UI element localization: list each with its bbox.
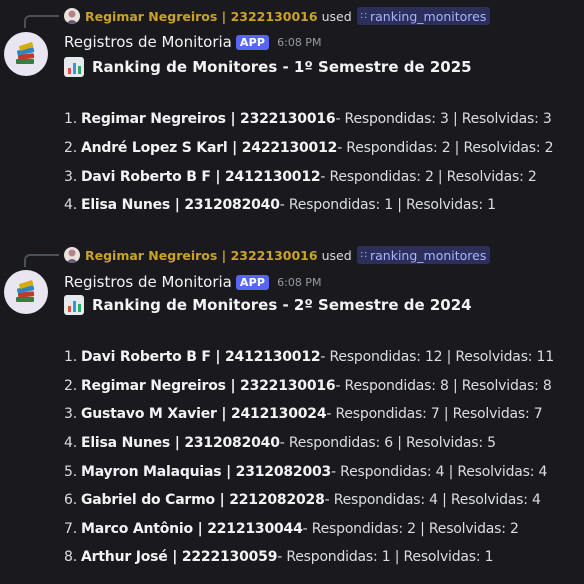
command-name: ranking_monitores [370, 247, 487, 263]
books-icon [16, 42, 35, 64]
monitor-stats: - Respondidas: 2 | Resolvidas: 2 [320, 169, 537, 185]
monitor-name: Mayron Malaquias | 2312082003 [80, 464, 332, 480]
monitor-stats: - Respondidas: 1 | Resolvidas: 1 [279, 197, 496, 213]
ranking-title: Ranking de Monitores - 1º Semestre de 20… [64, 56, 472, 78]
reply-user-avatar[interactable] [64, 8, 80, 24]
monitor-name: Davi Roberto B F | 2412130012 [80, 169, 321, 185]
ranking-row: 2. André Lopez S Karl | 2422130012 - Res… [64, 138, 554, 158]
bar-chart-emoji-icon [64, 295, 84, 315]
timestamp[interactable]: 6:08 PM [277, 276, 321, 289]
ranking-row: 4. Elisa Nunes | 2312082040 - Respondida… [64, 195, 496, 215]
rank-number: 8. [64, 549, 77, 565]
monitor-stats: - Respondidas: 4 | Resolvidas: 4 [324, 492, 541, 508]
rank-number: 1. [64, 349, 77, 365]
monitor-name: André Lopez S Karl | 2422130012 [80, 140, 338, 156]
bot-name[interactable]: Registros de Monitoria [64, 33, 232, 51]
monitor-stats: - Respondidas: 2 | Resolvidas: 2 [337, 140, 554, 156]
ranking-row: 7. Marco Antônio | 2212130044 - Respondi… [64, 519, 519, 539]
slash-command-icon: ∷ [360, 10, 367, 22]
monitor-name: Elisa Nunes | 2312082040 [80, 197, 280, 213]
ranking-row: 6. Gabriel do Carmo | 2212082028 - Respo… [64, 490, 541, 510]
bot-name[interactable]: Registros de Monitoria [64, 273, 232, 291]
monitor-stats: - Respondidas: 7 | Resolvidas: 7 [326, 406, 543, 422]
ranking-row: 1. Davi Roberto B F | 2412130012 - Respo… [64, 347, 554, 367]
monitor-name: Elisa Nunes | 2312082040 [80, 435, 280, 451]
ranking-row: 1. Regimar Negreiros | 2322130016 - Resp… [64, 109, 552, 129]
rank-number: 7. [64, 521, 77, 537]
reply-context[interactable]: Regimar Negreiros | 2322130016 used ∷ ra… [64, 246, 491, 264]
rank-number: 4. [64, 435, 77, 451]
monitor-name: Marco Antônio | 2212130044 [80, 521, 303, 537]
bar-chart-emoji-icon [64, 57, 84, 77]
rank-number: 2. [64, 378, 77, 394]
bot-avatar[interactable] [4, 32, 48, 76]
reply-spine [24, 15, 59, 28]
bot-avatar[interactable] [4, 270, 48, 314]
monitor-stats: - Respondidas: 12 | Resolvidas: 11 [320, 349, 554, 365]
ranking-row: 8. Arthur José | 2222130059 - Respondida… [64, 547, 494, 567]
rank-number: 4. [64, 197, 77, 213]
ranking-row: 3. Gustavo M Xavier | 2412130024 - Respo… [64, 404, 543, 424]
reply-spine [24, 254, 59, 267]
monitor-stats: - Respondidas: 8 | Resolvidas: 8 [335, 378, 552, 394]
reply-user-name[interactable]: Regimar Negreiros | 2322130016 [85, 9, 318, 24]
monitor-name: Regimar Negreiros | 2322130016 [80, 111, 336, 127]
message-header: Registros de Monitoria APP 6:08 PM [64, 272, 321, 292]
ranking-row: 4. Elisa Nunes | 2312082040 - Respondida… [64, 433, 496, 453]
monitor-name: Regimar Negreiros | 2322130016 [80, 378, 336, 394]
monitor-stats: - Respondidas: 3 | Resolvidas: 3 [335, 111, 552, 127]
rank-number: 1. [64, 111, 77, 127]
reply-user-avatar[interactable] [64, 247, 80, 263]
monitor-name: Davi Roberto B F | 2412130012 [80, 349, 321, 365]
command-name: ranking_monitores [370, 8, 487, 24]
app-badge: APP [235, 34, 270, 50]
monitor-name: Gustavo M Xavier | 2412130024 [80, 406, 327, 422]
command-chip[interactable]: ∷ ranking_monitores [356, 246, 491, 264]
ranking-row: 5. Mayron Malaquias | 2312082003 - Respo… [64, 462, 547, 482]
books-icon [16, 280, 35, 302]
ranking-title: Ranking de Monitores - 2º Semestre de 20… [64, 294, 472, 316]
rank-number: 5. [64, 464, 77, 480]
rank-number: 3. [64, 169, 77, 185]
monitor-stats: - Respondidas: 2 | Resolvidas: 2 [302, 521, 519, 537]
app-badge: APP [235, 274, 270, 290]
monitor-stats: - Respondidas: 4 | Resolvidas: 4 [331, 464, 548, 480]
rank-number: 3. [64, 406, 77, 422]
reply-used-label: used [321, 247, 352, 263]
reply-user-name[interactable]: Regimar Negreiros | 2322130016 [85, 248, 318, 263]
ranking-row: 3. Davi Roberto B F | 2412130012 - Respo… [64, 167, 537, 187]
monitor-stats: - Respondidas: 6 | Resolvidas: 5 [279, 435, 496, 451]
rank-number: 6. [64, 492, 77, 508]
timestamp[interactable]: 6:08 PM [277, 36, 321, 49]
ranking-title-text: Ranking de Monitores - 2º Semestre de 20… [92, 296, 472, 314]
rank-number: 2. [64, 140, 77, 156]
monitor-name: Gabriel do Carmo | 2212082028 [80, 492, 325, 508]
reply-used-label: used [321, 8, 352, 24]
reply-context[interactable]: Regimar Negreiros | 2322130016 used ∷ ra… [64, 7, 491, 25]
ranking-title-text: Ranking de Monitores - 1º Semestre de 20… [92, 58, 472, 76]
monitor-name: Arthur José | 2222130059 [80, 549, 278, 565]
message-header: Registros de Monitoria APP 6:08 PM [64, 32, 321, 52]
ranking-row: 2. Regimar Negreiros | 2322130016 - Resp… [64, 376, 552, 396]
command-chip[interactable]: ∷ ranking_monitores [356, 7, 491, 25]
monitor-stats: - Respondidas: 1 | Resolvidas: 1 [277, 549, 494, 565]
slash-command-icon: ∷ [360, 249, 367, 261]
